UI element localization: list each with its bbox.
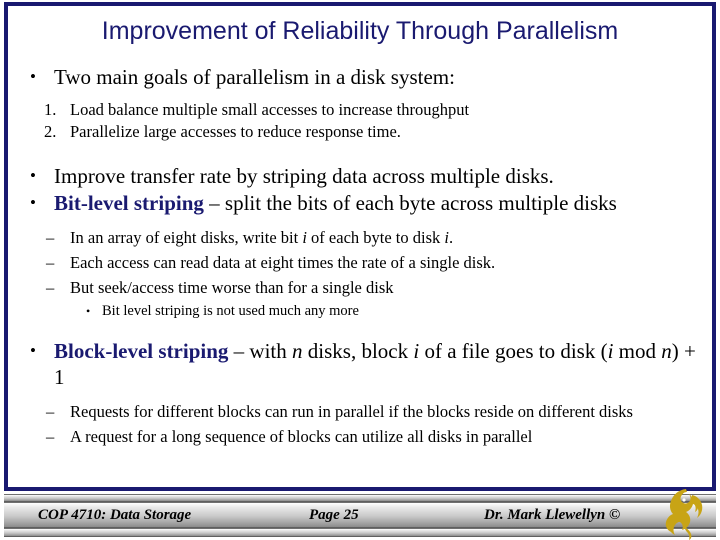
bullet-keyword: Block-level striping: [54, 339, 229, 363]
variable-n: n: [292, 339, 303, 363]
bullet-text: Improve transfer rate by striping data a…: [54, 164, 554, 188]
sub-bullet-text-end: .: [448, 228, 454, 247]
dash-marker-icon: –: [46, 278, 55, 297]
dash-marker-icon: –: [46, 228, 55, 247]
slide-border-right: [712, 2, 716, 491]
footer-band-bottom: [4, 528, 716, 537]
bullet-item: • Two main goals of parallelism in a dis…: [8, 64, 710, 90]
bullet-text: – split the bits of each byte across mul…: [203, 191, 617, 215]
bullet-item: • Block-level striping – with n disks, b…: [8, 338, 710, 390]
list-number: 2.: [44, 122, 57, 141]
sub-bullet-item: – But seek/access time worse than for a …: [8, 275, 710, 300]
numbered-item: 1. Load balance multiple small accesses …: [8, 99, 710, 121]
sub-bullet-item: – Requests for different blocks can run …: [8, 399, 710, 424]
sub-bullet-item: – A request for a long sequence of block…: [8, 424, 710, 449]
sub-sub-bullet-item: • Bit level striping is not used much an…: [8, 300, 710, 322]
sub-bullet-text: Requests for different blocks can run in…: [70, 402, 633, 421]
slide-canvas: Improvement of Reliability Through Paral…: [0, 0, 720, 540]
sub-bullet-text: A request for a long sequence of blocks …: [70, 427, 533, 446]
slide-border-top: [4, 2, 716, 6]
bullet-item: • Bit-level striping – split the bits of…: [8, 190, 710, 216]
list-number: 1.: [44, 100, 57, 119]
sub-bullet-text-mid: of each byte to disk: [306, 228, 445, 247]
numbered-text: Parallelize large accesses to reduce res…: [70, 122, 401, 141]
slide-border-bottom: [4, 487, 716, 491]
sub-bullet-text: But seek/access time worse than for a si…: [70, 278, 394, 297]
footer-course: COP 4710: Data Storage: [38, 506, 192, 523]
bullet-text-mid3: mod: [613, 339, 662, 363]
dash-marker-icon: –: [46, 253, 55, 272]
footer-page-number: Page 25: [309, 506, 359, 523]
bullet-marker-icon: •: [30, 193, 36, 212]
sub-bullet-item: – In an array of eight disks, write bit …: [8, 225, 710, 250]
numbered-text: Load balance multiple small accesses to …: [70, 100, 470, 119]
slide-body: • Two main goals of parallelism in a dis…: [8, 64, 710, 449]
bullet-marker-icon: •: [30, 67, 36, 86]
bullet-keyword: Bit-level striping: [54, 191, 204, 215]
bullet-text-mid1: disks, block: [302, 339, 414, 363]
bullet-text-mid2: of a file goes to disk (: [419, 339, 608, 363]
sub-bullet-item: – Each access can read data at eight tim…: [8, 250, 710, 275]
footer-author: Dr. Mark Llewellyn ©: [484, 506, 621, 523]
ucf-pegasus-logo-icon: [656, 485, 712, 540]
bullet-item: • Improve transfer rate by striping data…: [8, 163, 710, 189]
bullet-marker-icon: •: [86, 304, 91, 318]
dash-marker-icon: –: [46, 402, 55, 421]
bullet-text: Two main goals of parallelism in a disk …: [54, 65, 455, 89]
dash-marker-icon: –: [46, 427, 55, 446]
sub-bullet-text: In an array of eight disks, write bit: [70, 228, 303, 247]
bullet-marker-icon: •: [30, 166, 36, 185]
sub-sub-bullet-text: Bit level striping is not used much any …: [102, 303, 359, 319]
sub-bullet-text: Each access can read data at eight times…: [70, 253, 496, 272]
footer-text-row: COP 4710: Data Storage Page 25 Dr. Mark …: [4, 502, 716, 528]
slide-footer: COP 4710: Data Storage Page 25 Dr. Mark …: [4, 494, 716, 538]
bullet-marker-icon: •: [30, 341, 36, 360]
variable-n: n: [661, 339, 672, 363]
bullet-text: – with: [228, 339, 293, 363]
slide-title: Improvement of Reliability Through Paral…: [101, 17, 619, 45]
footer-band-top: [4, 494, 716, 502]
numbered-item: 2. Parallelize large accesses to reduce …: [8, 121, 710, 143]
